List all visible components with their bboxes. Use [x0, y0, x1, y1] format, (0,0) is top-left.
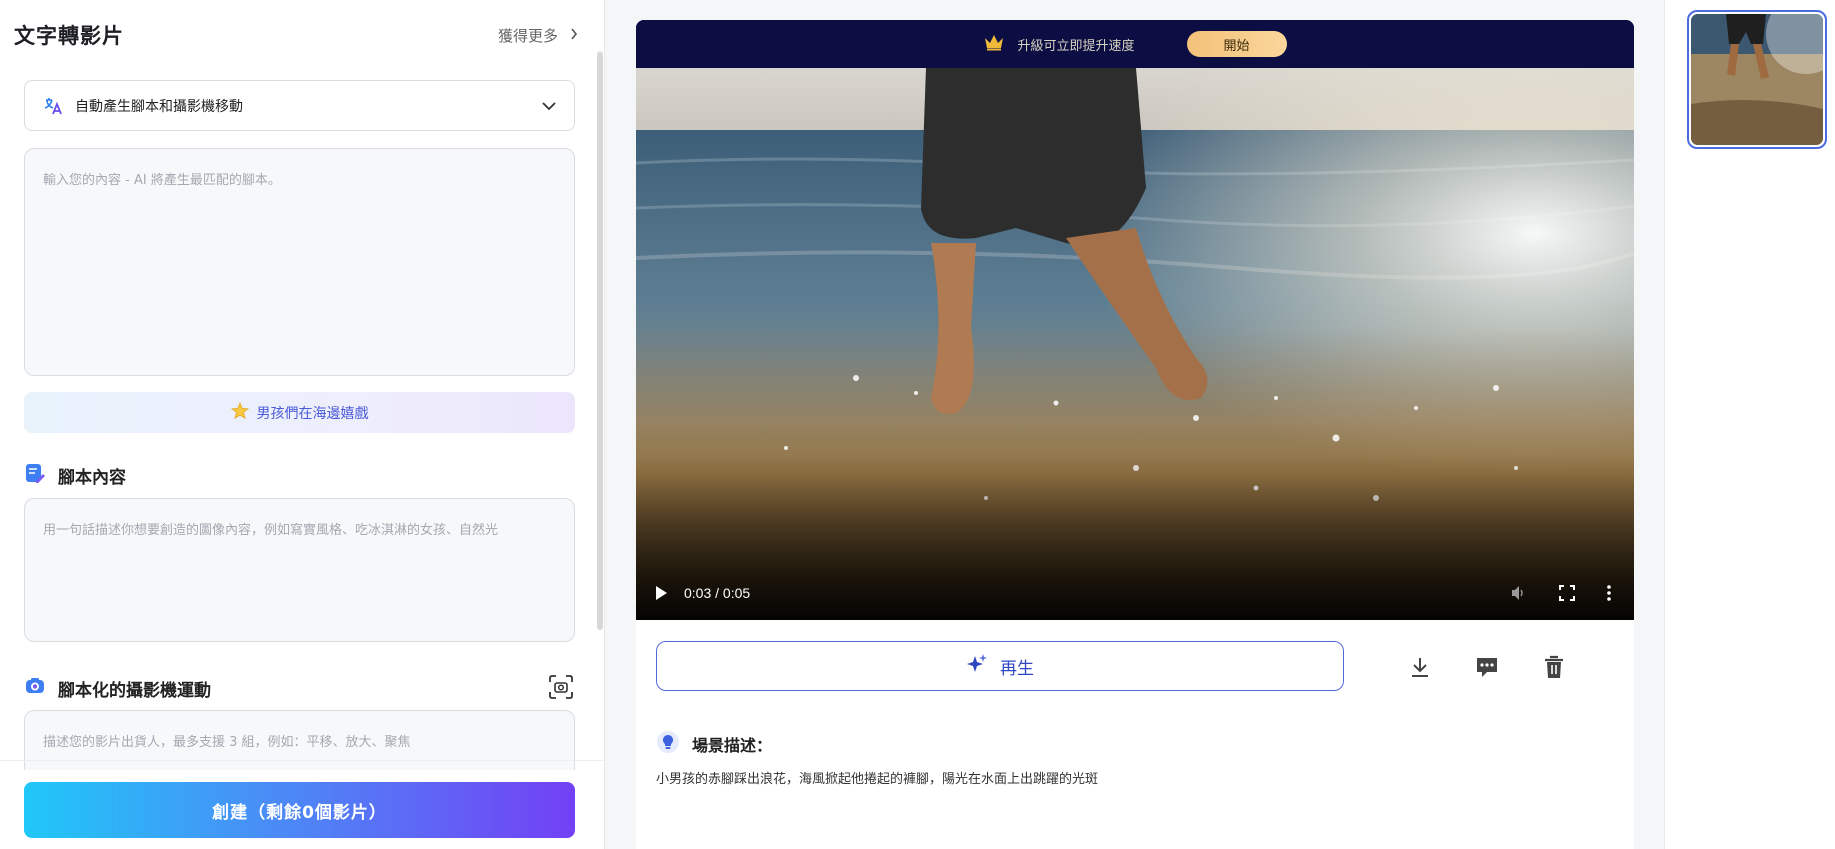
script-section-header: 腳本內容	[24, 462, 126, 489]
sparkle-icon	[966, 653, 988, 680]
main-content: 升級可立即提升速度 開始 0:03 / 0:05 再生 場景描述： 小男孩的赤腳…	[636, 20, 1634, 849]
script-section-title: 腳本內容	[58, 468, 126, 488]
regenerate-label: 再生	[1000, 658, 1034, 679]
regenerate-button[interactable]: 再生	[656, 641, 1344, 691]
ai-translate-icon	[43, 96, 63, 116]
mode-select-value: 自動產生腳本和攝影機移動	[75, 98, 243, 115]
download-icon[interactable]	[1406, 653, 1434, 681]
play-icon[interactable]	[654, 585, 670, 601]
start-button[interactable]: 開始	[1186, 31, 1287, 57]
get-more-label: 獲得更多	[497, 26, 558, 45]
camera-section-title: 腳本化的攝影機運動	[58, 681, 211, 701]
chevron-right-icon	[570, 26, 578, 44]
scene-description-title: 場景描述：	[692, 736, 773, 755]
script-content-input[interactable]	[24, 498, 575, 642]
crown-icon	[983, 33, 1005, 55]
prompt-input[interactable]	[24, 148, 575, 376]
feedback-icon[interactable]	[1473, 653, 1501, 681]
left-panel: 文字轉影片 獲得更多 自動產生腳本和攝影機移動 男孩們在海邊嬉戲	[0, 0, 605, 849]
lightbulb-icon	[656, 730, 680, 758]
video-time: 0:03 / 0:05	[684, 585, 751, 601]
video-controls: 0:03 / 0:05	[636, 550, 1634, 620]
scrollbar-thumb[interactable]	[597, 52, 603, 630]
camera-section-header: 腳本化的攝影機運動	[24, 675, 211, 702]
divider	[0, 760, 605, 761]
video-player[interactable]: 升級可立即提升速度 開始 0:03 / 0:05	[636, 20, 1634, 620]
camera-icon	[24, 675, 46, 702]
fullscreen-icon[interactable]	[1558, 584, 1576, 602]
page-title: 文字轉影片	[14, 24, 124, 48]
script-edit-icon	[24, 462, 46, 489]
upgrade-text: 升級可立即提升速度	[1017, 38, 1135, 54]
video-thumbnail[interactable]	[1687, 10, 1827, 149]
history-panel	[1664, 0, 1835, 849]
scene-description-header: 場景描述：	[656, 730, 772, 758]
create-button[interactable]: 創建（剩餘0個影片）	[24, 782, 575, 838]
camera-motion-input[interactable]	[24, 710, 575, 770]
mode-select[interactable]: 自動產生腳本和攝影機移動	[24, 80, 575, 131]
camera-capture-icon[interactable]	[548, 674, 574, 700]
chevron-down-icon	[542, 96, 556, 115]
get-more-link[interactable]: 獲得更多	[498, 25, 578, 46]
volume-icon[interactable]	[1510, 584, 1528, 602]
panel-header: 文字轉影片 獲得更多	[14, 20, 578, 50]
upgrade-banner: 升級可立即提升速度 開始	[636, 20, 1634, 68]
video-frame	[636, 68, 1634, 620]
example-prompt-chip[interactable]: 男孩們在海邊嬉戲	[24, 392, 575, 433]
star-icon	[230, 401, 249, 424]
delete-icon[interactable]	[1540, 653, 1568, 681]
action-row: 再生	[656, 641, 1614, 693]
example-prompt-text: 男孩們在海邊嬉戲	[256, 405, 369, 422]
scene-description-text: 小男孩的赤腳踩出浪花，海風掀起他捲起的褲腳，陽光在水面上出跳躍的光斑	[656, 772, 1099, 787]
more-options-icon[interactable]	[1600, 584, 1618, 602]
